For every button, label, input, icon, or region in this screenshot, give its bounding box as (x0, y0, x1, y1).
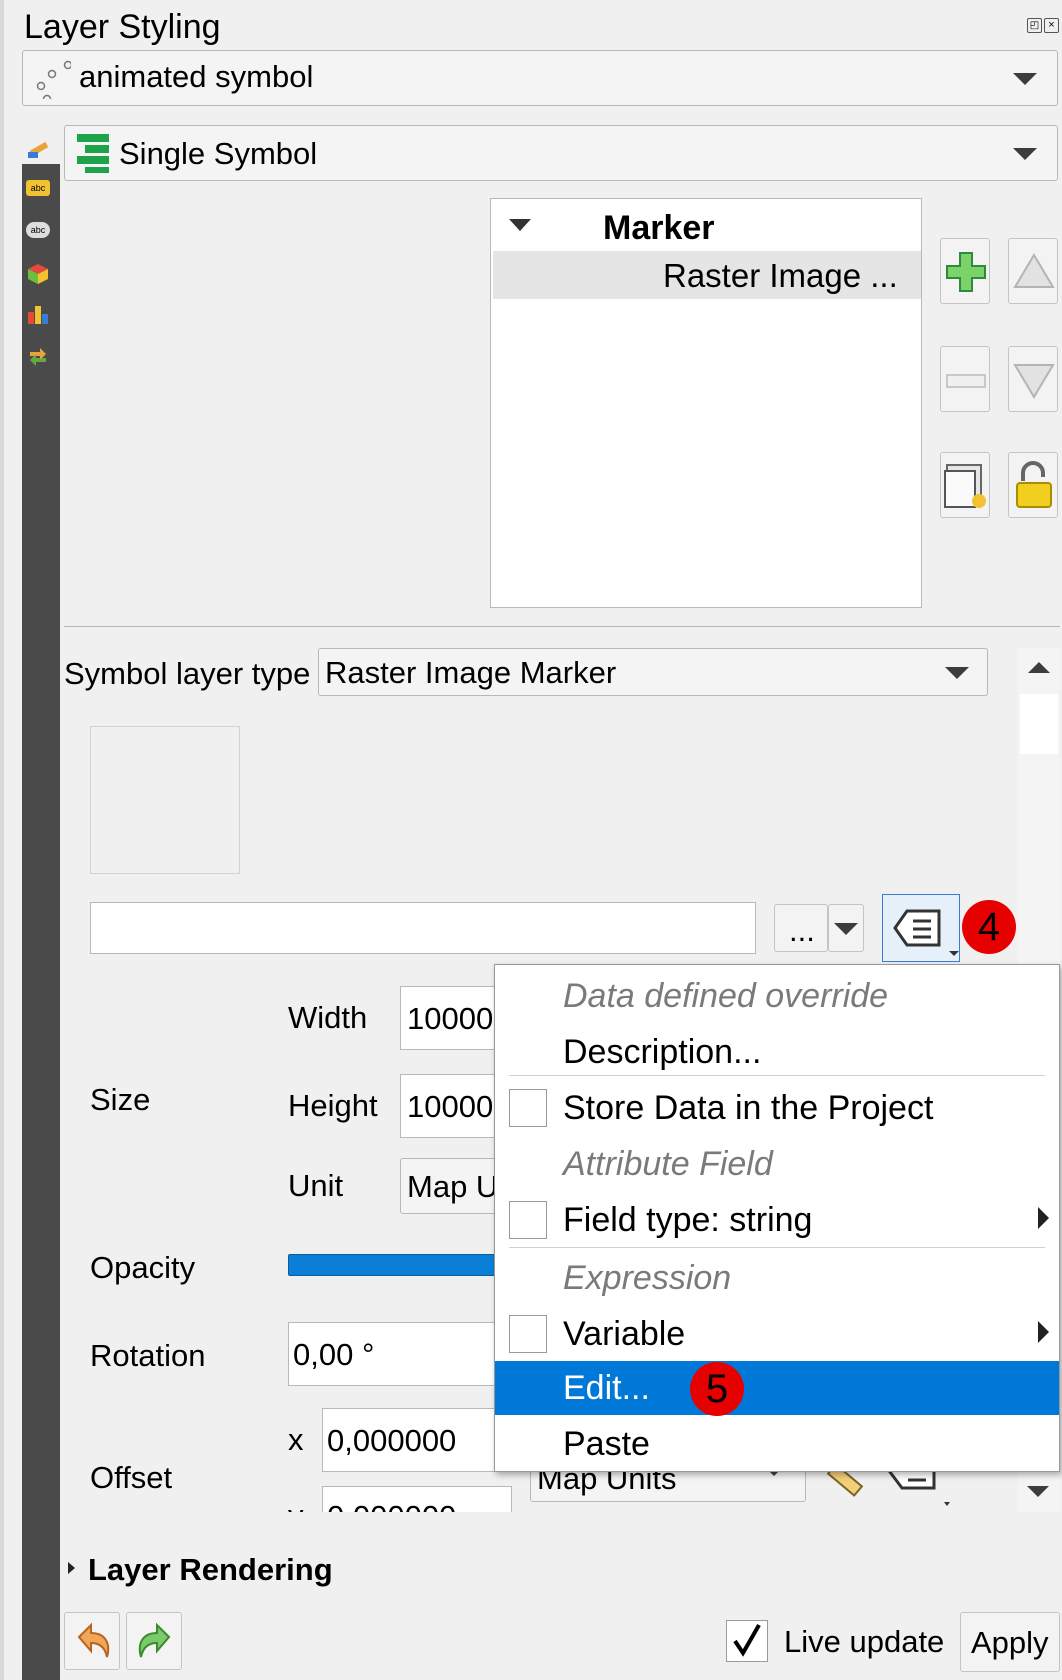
unit-label: Unit (288, 1168, 344, 1203)
submenu-arrow-icon (1038, 1207, 1049, 1229)
redo-icon (138, 1622, 171, 1658)
symbol-layer-type-combo[interactable]: Raster Image Marker (318, 648, 988, 696)
close-icon[interactable]: × (1044, 18, 1059, 33)
menu-header-attribute-field: Attribute Field (563, 1145, 773, 1183)
layer-rendering-section[interactable]: Layer Rendering (88, 1552, 333, 1588)
tree-item-raster-image[interactable]: Raster Image ... (493, 251, 921, 299)
move-down-button[interactable] (1008, 346, 1058, 412)
dropdown-indicator-icon (949, 951, 959, 956)
apply-label: Apply (971, 1625, 1049, 1660)
renderer-combo[interactable]: Single Symbol (64, 125, 1058, 181)
tree-item-label: Raster Image ... (663, 257, 898, 294)
remove-symbol-layer-button[interactable] (940, 346, 990, 412)
variable-checkbox[interactable] (509, 1315, 547, 1353)
triangle-down-icon (1013, 364, 1055, 399)
plus-icon (946, 252, 986, 292)
lock-layer-button[interactable] (1008, 452, 1058, 518)
point-layer-icon (36, 60, 71, 99)
undo-icon (77, 1622, 110, 1658)
move-up-button[interactable] (1008, 238, 1058, 304)
rotation-input[interactable]: 0,00 ° (288, 1322, 510, 1386)
labels-tab-icon[interactable]: abc (26, 180, 50, 196)
menu-item-description[interactable]: Description... (495, 1025, 1059, 1077)
browse-label: ... (789, 913, 815, 948)
panel-title: Layer Styling (24, 8, 221, 46)
apply-button[interactable]: Apply (960, 1612, 1060, 1672)
menu-item-paste[interactable]: Paste (495, 1417, 1059, 1469)
scroll-down-icon[interactable] (1027, 1486, 1049, 1497)
chevron-down-icon (945, 667, 969, 679)
width-label: Width (288, 1000, 368, 1035)
menu-item-variable[interactable]: Variable (495, 1307, 1059, 1359)
data-defined-override-button[interactable] (882, 894, 960, 962)
data-defined-context-menu: Data defined override Description... Sto… (494, 964, 1060, 1472)
live-update-label: Live update (784, 1624, 945, 1659)
offset-label: Offset (90, 1460, 173, 1495)
expand-arrow-icon[interactable] (68, 1562, 75, 1574)
step-badge-4: 4 (962, 900, 1016, 954)
submenu-arrow-icon (1038, 1321, 1049, 1343)
rotation-value: 0,00 ° (293, 1337, 375, 1372)
opacity-slider[interactable] (288, 1254, 510, 1276)
float-icon[interactable]: ◰ (1027, 18, 1042, 33)
layer-combo[interactable]: animated symbol (22, 50, 1058, 106)
store-data-checkbox[interactable] (509, 1089, 547, 1127)
renderer-combo-label: Single Symbol (119, 136, 318, 171)
checkmark-icon (733, 1624, 761, 1657)
left-edge (0, 0, 4, 1680)
chevron-down-icon (834, 923, 858, 935)
symbol-layer-tree: Marker Raster Image ... (490, 198, 922, 608)
tree-root-marker[interactable]: Marker (603, 209, 715, 248)
chevron-down-icon (1013, 73, 1037, 85)
size-label: Size (90, 1082, 151, 1117)
layer-combo-label: animated symbol (79, 59, 314, 94)
symbology-tab-icon[interactable] (24, 134, 56, 164)
browse-options-button[interactable] (828, 904, 864, 952)
menu-header-expression: Expression (563, 1259, 732, 1297)
style-sidebar (22, 164, 60, 1680)
data-defined-icon (893, 909, 941, 947)
scroll-up-icon[interactable] (1028, 662, 1050, 673)
duplicate-icon (944, 464, 986, 508)
redo-button[interactable] (126, 1612, 182, 1670)
symbol-layer-type-value: Raster Image Marker (325, 655, 617, 690)
scroll-thumb[interactable] (1020, 694, 1058, 754)
live-update-checkbox[interactable] (726, 1620, 768, 1662)
menu-separator (509, 1075, 1045, 1076)
height-label: Height (288, 1088, 378, 1123)
offset-y-label: y (288, 1498, 304, 1512)
image-path-input[interactable] (90, 902, 756, 954)
step-badge-5: 5 (690, 1362, 744, 1416)
rotation-label: Rotation (90, 1338, 206, 1373)
chevron-down-icon (1013, 148, 1037, 160)
browse-button[interactable]: ... (774, 904, 828, 952)
single-symbol-icon (77, 134, 109, 173)
offset-y-value: 0,000000 (327, 1499, 456, 1512)
menu-header-data-defined: Data defined override (563, 977, 889, 1015)
add-symbol-layer-button[interactable] (940, 238, 990, 304)
history-tab-icon[interactable] (26, 344, 50, 368)
diagram-tab-icon[interactable] (26, 302, 50, 326)
field-type-checkbox[interactable] (509, 1201, 547, 1239)
minus-icon (946, 374, 986, 388)
offset-x-label: x (288, 1422, 304, 1457)
image-preview (90, 726, 240, 874)
symbol-layer-type-label: Symbol layer type (64, 656, 311, 691)
menu-item-edit[interactable]: Edit... (495, 1361, 1059, 1415)
offset-y-input[interactable]: 0,000000 (322, 1486, 512, 1512)
triangle-up-icon (1013, 253, 1055, 288)
undo-button[interactable] (64, 1612, 120, 1670)
offset-x-input[interactable]: 0,000000 (322, 1408, 512, 1472)
menu-separator (509, 1247, 1045, 1248)
menu-item-store-data[interactable]: Store Data in the Project (495, 1081, 1059, 1133)
masks-tab-icon[interactable]: abc (26, 222, 50, 238)
unlock-icon (1016, 461, 1052, 508)
duplicate-layer-button[interactable] (940, 452, 990, 518)
3d-view-tab-icon[interactable] (26, 262, 50, 286)
section-divider (64, 626, 1060, 627)
collapse-icon[interactable] (509, 219, 531, 231)
offset-x-value: 0,000000 (327, 1423, 457, 1458)
opacity-label: Opacity (90, 1250, 196, 1285)
menu-item-field-type[interactable]: Field type: string (495, 1193, 1059, 1245)
